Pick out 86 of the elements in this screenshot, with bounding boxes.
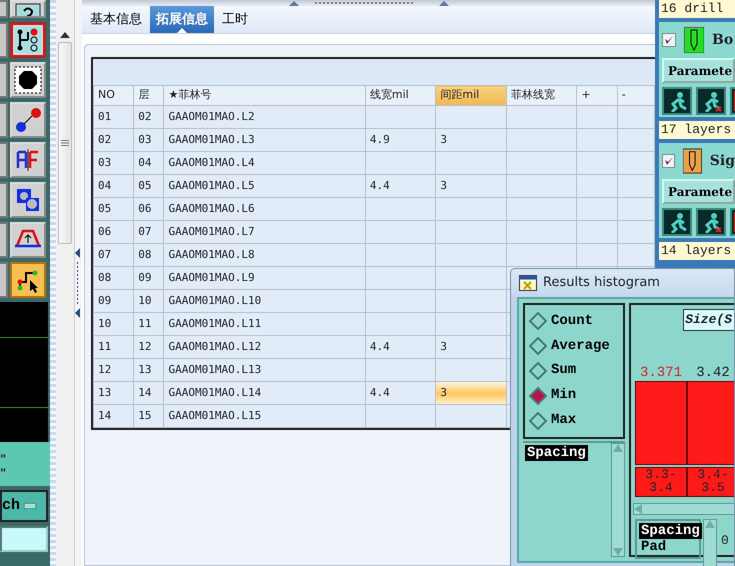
radio-option[interactable]: Min	[529, 385, 623, 406]
table-cell: GAAOM01MAO.L11	[164, 312, 366, 336]
panel-button[interactable]: ch	[0, 490, 48, 522]
column-header[interactable]: 线宽mil	[365, 86, 436, 106]
table-cell: 4.9	[365, 128, 436, 152]
chart-title: Size(S	[683, 309, 734, 330]
table-cell: GAAOM01MAO.L8	[164, 244, 366, 266]
table-cell: 13	[94, 382, 134, 404]
list-item[interactable]: Spacing	[639, 522, 702, 538]
table-cell: 10	[94, 312, 134, 336]
parameter-button[interactable]: Paramete	[662, 58, 735, 83]
table-cell: 4.4	[365, 174, 436, 198]
column-header[interactable]: 间距mil	[436, 86, 506, 106]
table-cell: 06	[134, 198, 164, 220]
table-cell: 02	[94, 128, 134, 152]
bar-value: 3.42	[696, 364, 730, 380]
tab[interactable]: 基本信息	[84, 6, 148, 33]
bin-range: 3.4-3.5	[687, 466, 734, 496]
table-cell: 07	[94, 244, 134, 266]
table-cell: GAAOM01MAO.L12	[164, 336, 366, 358]
table-cell: GAAOM01MAO.L6	[164, 198, 366, 220]
column-header[interactable]: 层	[134, 86, 164, 106]
table-cell: GAAOM01MAO.L3	[164, 128, 366, 152]
table-cell: 3	[436, 174, 506, 198]
table-cell: 09	[94, 290, 134, 312]
table-cell: 04	[94, 174, 134, 198]
column-header[interactable]: 菲林线宽	[506, 86, 577, 106]
text-line: "	[0, 466, 8, 480]
table-cell: 15	[134, 404, 164, 428]
text-line: "	[0, 452, 8, 466]
table-cell: GAAOM01MAO.L2	[164, 106, 366, 128]
table-cell: 04	[134, 152, 164, 174]
radio-option[interactable]: Sum	[529, 360, 623, 382]
layer-count: 16 drill	[659, 0, 735, 18]
table-cell: 14	[134, 382, 164, 404]
column-header[interactable]: +	[576, 86, 618, 106]
radio-option[interactable]: Average	[529, 336, 623, 357]
column-header[interactable]: NO	[94, 86, 134, 106]
list-item[interactable]: Pad	[639, 538, 668, 554]
table-cell: 11	[134, 312, 164, 336]
list-item[interactable]: Spacing	[525, 445, 588, 461]
layer-count: 17 layers	[659, 121, 735, 139]
layer-name: Bo	[712, 30, 734, 50]
column-header[interactable]: ★菲林号	[164, 86, 366, 106]
table-cell: 10	[134, 290, 164, 312]
table-cell: GAAOM01MAO.L4	[164, 152, 366, 174]
table-cell: 4.4	[365, 336, 436, 358]
table-cell: GAAOM01MAO.L7	[164, 220, 366, 244]
layer-count: 14 layers	[659, 242, 735, 260]
layer-name: Sig	[710, 152, 735, 170]
table-cell: GAAOM01MAO.L5	[164, 174, 366, 198]
radio-option[interactable]: Max	[529, 410, 623, 432]
table-cell: 3	[436, 128, 506, 152]
table-cell: 05	[94, 198, 134, 220]
table-cell: 05	[134, 174, 164, 198]
value-text: 0	[721, 532, 729, 550]
table-cell: 08	[94, 266, 134, 290]
tab[interactable]: 工时	[216, 6, 254, 33]
table-cell: GAAOM01MAO.L13	[164, 358, 366, 382]
window-title: Results histogram	[543, 274, 660, 292]
table-cell: 06	[94, 220, 134, 244]
bin-range: 3.3-3.4	[635, 466, 687, 496]
table-cell: 07	[134, 220, 164, 244]
table-cell: 12	[94, 358, 134, 382]
radio-option[interactable]: Count	[529, 310, 623, 332]
table-cell: GAAOM01MAO.L14	[164, 382, 366, 404]
table-cell: GAAOM01MAO.L15	[164, 404, 366, 428]
table-cell: GAAOM01MAO.L9	[164, 266, 366, 290]
tab[interactable]: 拓展信息	[150, 6, 214, 33]
table-cell: 4.4	[365, 382, 436, 404]
table-cell: 03	[134, 128, 164, 152]
table-cell: 14	[94, 404, 134, 428]
parameter-button[interactable]: Paramete	[662, 179, 735, 204]
table-cell: 01	[94, 106, 134, 128]
table-cell: 13	[134, 358, 164, 382]
table-cell: GAAOM01MAO.L10	[164, 290, 366, 312]
table-cell: 3	[436, 336, 506, 358]
table-cell: 11	[94, 336, 134, 358]
table-cell: 03	[94, 152, 134, 174]
column-header[interactable]: -	[617, 86, 654, 106]
table-cell: 02	[134, 106, 164, 128]
table-cell: 3	[436, 382, 506, 404]
table-cell: 09	[134, 266, 164, 290]
table-cell: 12	[134, 336, 164, 358]
bar-value: 3.371	[640, 364, 682, 380]
table-cell: 08	[134, 244, 164, 266]
